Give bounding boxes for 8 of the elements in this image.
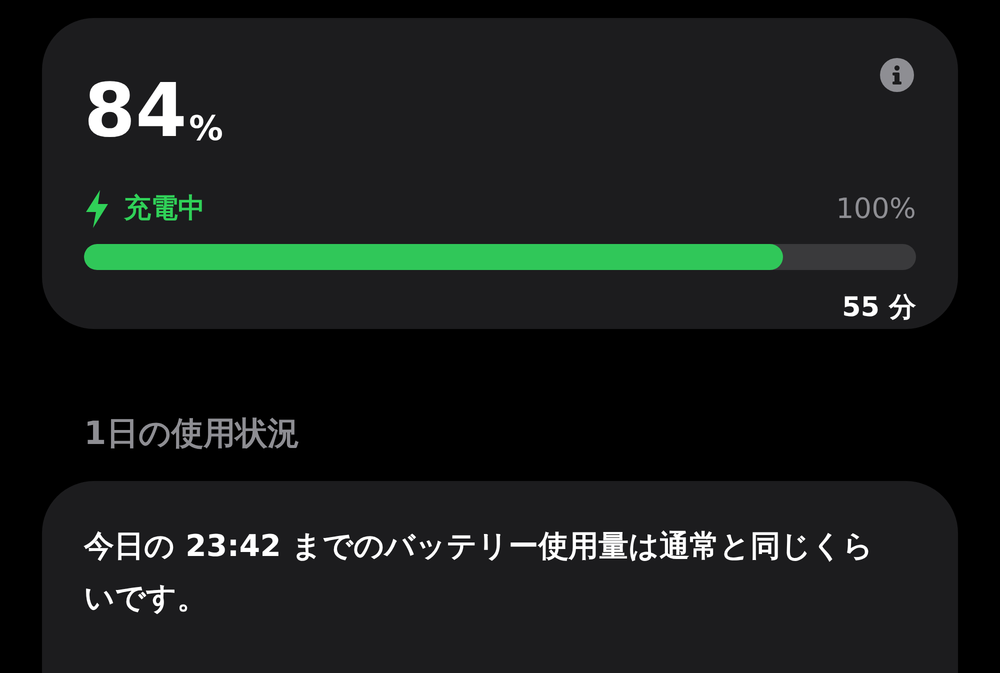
usage-summary: 今日の 23:42 までのバッテリー使用量は通常と同じくらいです。 — [84, 528, 874, 618]
time-to-full: 55 分 — [842, 291, 916, 325]
info-icon[interactable] — [880, 58, 914, 92]
battery-percent: 84 — [84, 74, 187, 148]
charging-status: 充電中 — [124, 192, 205, 226]
charge-limit: 100% — [836, 191, 916, 227]
percent-unit: % — [188, 112, 224, 146]
section-title: 1日の使用状況 — [84, 412, 300, 454]
